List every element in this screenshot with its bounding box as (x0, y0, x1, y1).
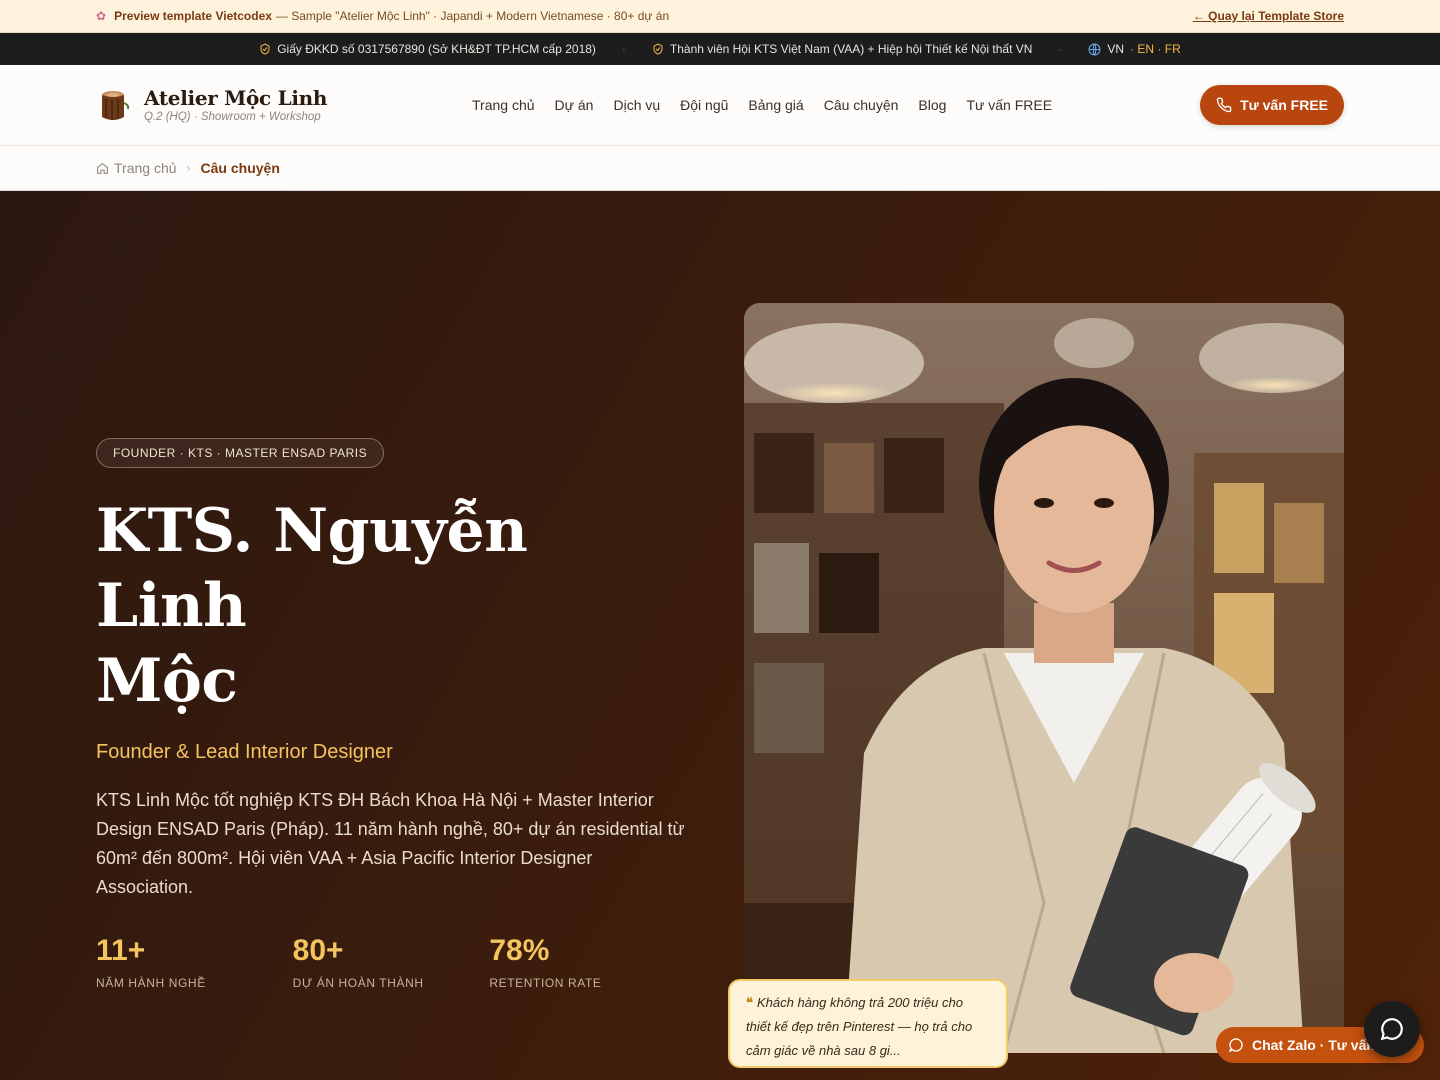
preview-title: Preview template Vietcodex (114, 9, 272, 23)
nav-cau-chuyen[interactable]: Câu chuyện (824, 97, 899, 113)
quote-icon: ❝ (746, 995, 753, 1010)
language-switcher[interactable]: VN · EN · FR (1088, 42, 1181, 56)
nav-dich-vu[interactable]: Dịch vụ (613, 97, 660, 113)
stat-projects: 80+ DỰ ÁN HOÀN THÀNH (293, 934, 490, 990)
preview-info: ✿ Preview template Vietcodex — Sample "A… (96, 9, 669, 23)
hero-title: KTS. Nguyễn Linh Mộc (96, 494, 686, 719)
site-header: Atelier Mộc Linh Q.2 (HQ) · Showroom + W… (0, 65, 1440, 146)
phone-icon (1216, 97, 1232, 113)
stat-label: RETENTION RATE (489, 976, 602, 990)
trust-bar: Giấy ĐKKD số 0317567890 (Sở KH&ĐT TP.HCM… (0, 33, 1440, 65)
breadcrumb-home-label: Trang chủ (114, 160, 177, 176)
main-nav: Trang chủ Dự án Dịch vụ Đội ngũ Bảng giá… (472, 97, 1052, 113)
breadcrumb: Trang chủ › Câu chuyện (0, 146, 1440, 191)
lang-vn[interactable]: VN (1107, 42, 1124, 56)
breadcrumb-current: Câu chuyện (200, 160, 280, 176)
chat-zalo-label: Chat Zalo · Tư vấn (1252, 1037, 1375, 1053)
separator: · (621, 42, 626, 56)
stat-number: 11+ (96, 934, 146, 967)
hero-role: Founder & Lead Interior Designer (96, 741, 393, 763)
nav-blog[interactable]: Blog (918, 97, 946, 113)
nav-doi-ngu[interactable]: Đội ngũ (680, 97, 728, 113)
trust-license-text: Giấy ĐKKD số 0317567890 (Sở KH&ĐT TP.HCM… (277, 42, 596, 56)
brand-name: Atelier Mộc Linh (144, 86, 328, 110)
back-to-store-link[interactable]: ← Quay lại Template Store (1193, 9, 1344, 23)
chevron-right-icon: › (186, 161, 191, 175)
shield-check-icon (653, 43, 663, 55)
nav-du-an[interactable]: Dự án (555, 97, 594, 113)
chat-bubble-icon (1228, 1038, 1243, 1053)
hero-section: FOUNDER · KTS · MASTER ENSAD PARIS KTS. … (0, 191, 1440, 1080)
hero-title-line1: KTS. Nguyễn Linh (96, 496, 528, 641)
stat-retention: 78% RETENTION RATE (489, 934, 686, 990)
lang-others[interactable]: · EN · FR (1130, 42, 1181, 56)
consult-cta-button[interactable]: Tư vấn FREE (1200, 85, 1344, 125)
hero-description: KTS Linh Mộc tốt nghiệp KTS ĐH Bách Khoa… (96, 790, 685, 897)
flower-icon: ✿ (96, 9, 107, 23)
founder-portrait (744, 303, 1344, 1053)
cta-label: Tư vấn FREE (1240, 97, 1328, 113)
stat-number: 78% (489, 934, 550, 967)
breadcrumb-home[interactable]: Trang chủ (96, 160, 177, 176)
chat-fab-button[interactable] (1364, 1001, 1420, 1057)
tree-stump-logo-icon (102, 91, 130, 120)
brand[interactable]: Atelier Mộc Linh Q.2 (HQ) · Showroom + W… (96, 87, 396, 123)
shield-check-icon (260, 43, 270, 55)
quote-text: Khách hàng không trả 200 triệu cho thiết… (746, 995, 973, 1058)
founder-badge: FOUNDER · KTS · MASTER ENSAD PARIS (96, 438, 385, 468)
portrait-illustration (744, 303, 1344, 1053)
stat-label: NĂM HÀNH NGHỀ (96, 976, 206, 990)
hero-content: FOUNDER · KTS · MASTER ENSAD PARIS KTS. … (96, 438, 686, 990)
trust-member: Thành viên Hội KTS Việt Nam (VAA) + Hiệp… (652, 42, 1033, 56)
separator: · (1058, 42, 1063, 56)
brand-subtitle: Q.2 (HQ) · Showroom + Workshop (144, 111, 321, 123)
home-icon (97, 162, 108, 174)
message-circle-icon (1380, 1018, 1403, 1041)
preview-desc: — Sample "Atelier Mộc Linh" · Japandi + … (275, 9, 670, 23)
hero-title-line2: Mộc (96, 646, 238, 716)
preview-bar: ✿ Preview template Vietcodex — Sample "A… (0, 0, 1440, 33)
stats-row: 11+ NĂM HÀNH NGHỀ 80+ DỰ ÁN HOÀN THÀNH 7… (96, 934, 686, 990)
stat-years: 11+ NĂM HÀNH NGHỀ (96, 934, 293, 990)
trust-license: Giấy ĐKKD số 0317567890 (Sở KH&ĐT TP.HCM… (259, 42, 596, 56)
nav-bang-gia[interactable]: Bảng giá (748, 97, 803, 113)
stat-label: DỰ ÁN HOÀN THÀNH (292, 976, 424, 990)
nav-tu-van[interactable]: Tư vấn FREE (966, 97, 1052, 113)
testimonial-quote-card: ❝ Khách hàng không trả 200 triệu cho thiế… (728, 979, 1008, 1068)
stat-number: 80+ (292, 934, 344, 967)
trust-member-text: Thành viên Hội KTS Việt Nam (VAA) + Hiệp… (669, 42, 1033, 56)
nav-trang-chu[interactable]: Trang chủ (472, 97, 535, 113)
globe-icon (1088, 43, 1101, 55)
